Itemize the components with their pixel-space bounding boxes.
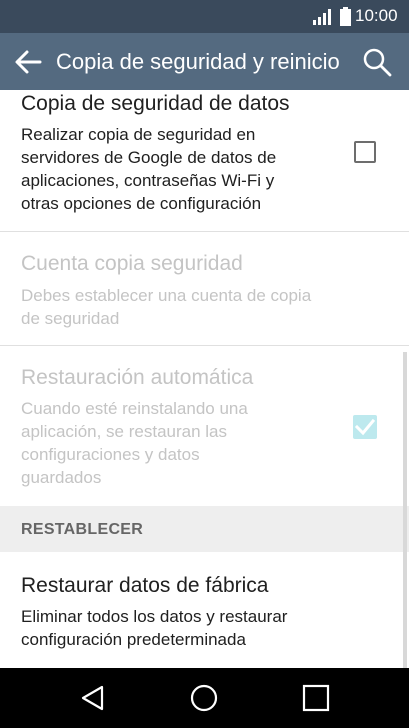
app-bar: Copia de seguridad y reinicio [0,33,409,90]
nav-home-icon[interactable] [189,683,219,713]
pref-auto-restore[interactable]: Restauración automática Cuando esté rein… [0,346,409,506]
nav-recents-icon[interactable] [301,683,331,713]
navigation-bar [0,668,409,728]
pref-summary-line: otras opciones de configuración [21,194,262,213]
pref-summary-line: Debes establecer una cuenta de copia [21,286,312,305]
scrollbar[interactable] [403,352,407,668]
pref-title: Restauración automática [21,366,254,389]
search-icon[interactable] [362,47,392,77]
pref-summary-line: Cuando esté reinstalando una [21,399,248,418]
pref-summary-line: guardados [21,468,102,487]
section-header-reset: RESTABLECER [0,506,409,552]
settings-list: Copia de seguridad de datos Realizar cop… [0,90,409,668]
battery-icon [340,7,351,26]
status-bar: 10:00 [0,0,409,33]
signal-icon [313,9,331,25]
nav-back-icon[interactable] [78,683,108,713]
checkmark-icon [355,418,375,436]
pref-title: Restaurar datos de fábrica [21,574,269,597]
backup-data-checkbox[interactable] [354,141,376,163]
pref-summary-line: aplicaciones, contraseñas Wi-Fi y [21,171,275,190]
back-arrow-icon[interactable] [14,49,42,75]
pref-summary-line: aplicación, se restauran las [21,422,228,441]
section-label: RESTABLECER [21,521,144,538]
pref-summary-line: servidores de Google de datos de [21,148,277,167]
page-title: Copia de seguridad y reinicio [56,49,340,74]
status-time: 10:00 [355,6,398,25]
pref-summary-line: Realizar copia de seguridad en [21,125,256,144]
pref-summary-line: de seguridad [21,309,120,328]
auto-restore-checkbox[interactable] [353,415,377,439]
pref-backup-data[interactable]: Copia de seguridad de datos Realizar cop… [0,90,409,230]
pref-backup-account[interactable]: Cuenta copia seguridad Debes establecer … [0,232,409,344]
pref-summary-line: configuraciones y datos [21,445,200,464]
pref-title: Copia de seguridad de datos [21,92,290,115]
pref-summary-line: Eliminar todos los datos y restaurar [21,607,288,626]
pref-summary-line: configuración predeterminada [21,630,246,649]
pref-title: Cuenta copia seguridad [21,252,243,275]
pref-factory-reset[interactable]: Restaurar datos de fábrica Eliminar todo… [0,552,409,668]
